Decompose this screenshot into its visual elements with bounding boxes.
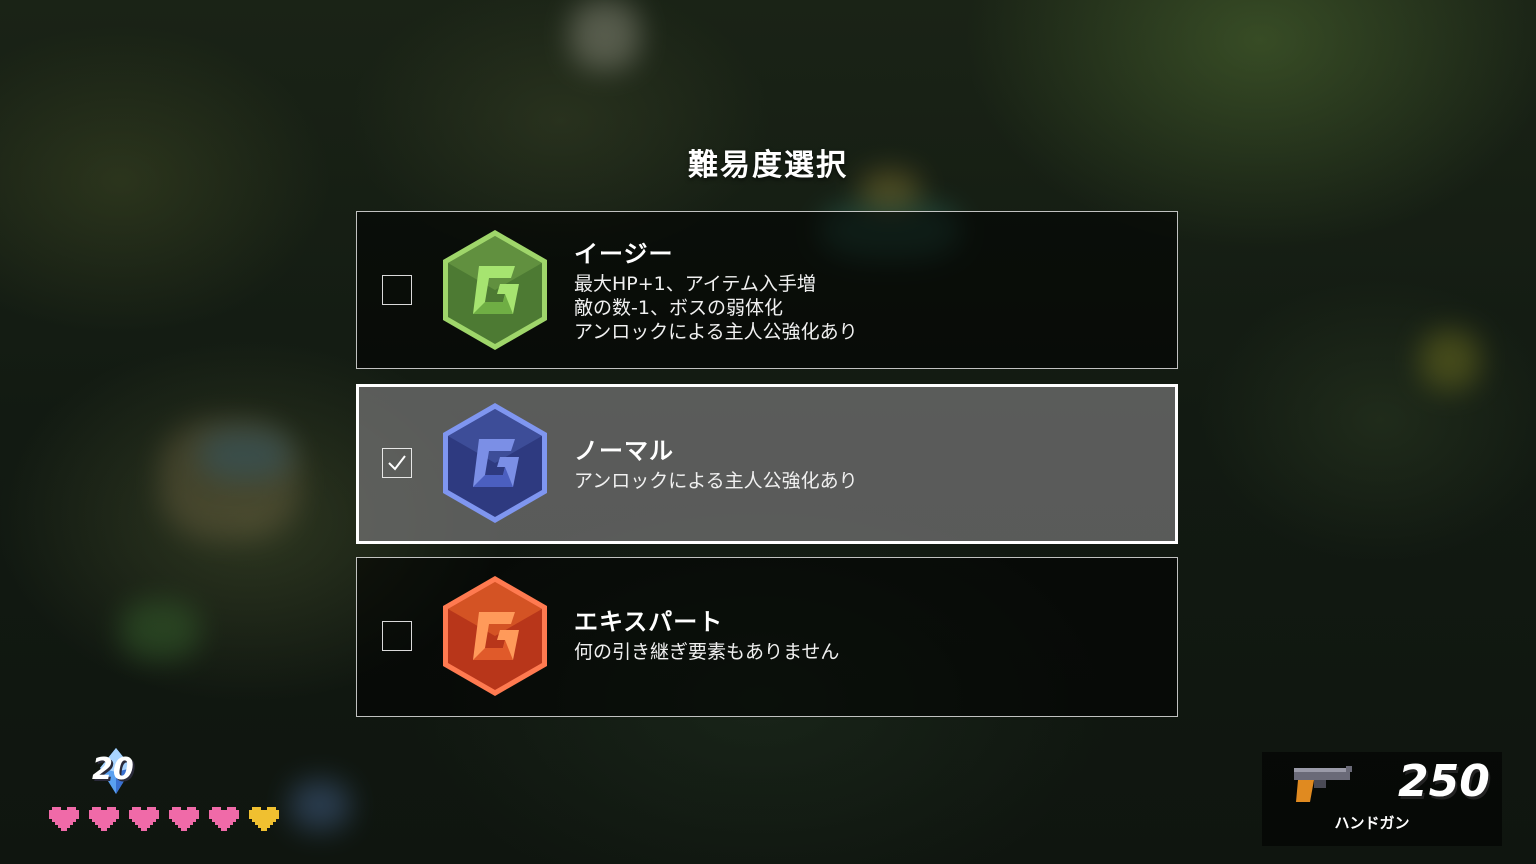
- health-hearts: [46, 804, 286, 838]
- heart-icon: [89, 807, 119, 831]
- g-emblem-blue-icon: [443, 403, 547, 523]
- checkbox[interactable]: [382, 275, 412, 305]
- ammo-count: 250: [1398, 756, 1490, 807]
- difficulty-name: エキスパート: [574, 608, 724, 636]
- gem-count: 20: [92, 752, 134, 787]
- weapon-name: ハンドガン: [1334, 814, 1410, 832]
- heart-icon: [209, 807, 239, 831]
- checkbox[interactable]: [382, 621, 412, 651]
- gold-heart-icon: [249, 807, 279, 831]
- heart-icon: [169, 807, 199, 831]
- checkbox-checked[interactable]: [382, 448, 412, 478]
- g-emblem-orange-icon: [443, 576, 547, 696]
- g-emblem-green-icon: [443, 230, 547, 350]
- difficulty-name: イージー: [574, 240, 674, 268]
- page-title: 難易度選択: [688, 148, 848, 183]
- handgun-icon: [1294, 766, 1352, 802]
- difficulty-option-normal[interactable]: ノーマル アンロックによる主人公強化あり: [356, 384, 1178, 544]
- checkmark-icon: [388, 455, 406, 471]
- heart-icon: [49, 807, 79, 831]
- difficulty-description: 最大HP+1、アイテム入手増 敵の数-1、ボスの弱体化 アンロックによる主人公強…: [574, 273, 858, 343]
- difficulty-option-easy[interactable]: イージー 最大HP+1、アイテム入手増 敵の数-1、ボスの弱体化 アンロックによ…: [356, 211, 1178, 369]
- difficulty-name: ノーマル: [574, 437, 674, 465]
- difficulty-description: 何の引き継ぎ要素もありません: [574, 641, 840, 663]
- heart-icon: [129, 807, 159, 831]
- difficulty-option-expert[interactable]: エキスパート 何の引き継ぎ要素もありません: [356, 557, 1178, 717]
- difficulty-description: アンロックによる主人公強化あり: [574, 470, 858, 492]
